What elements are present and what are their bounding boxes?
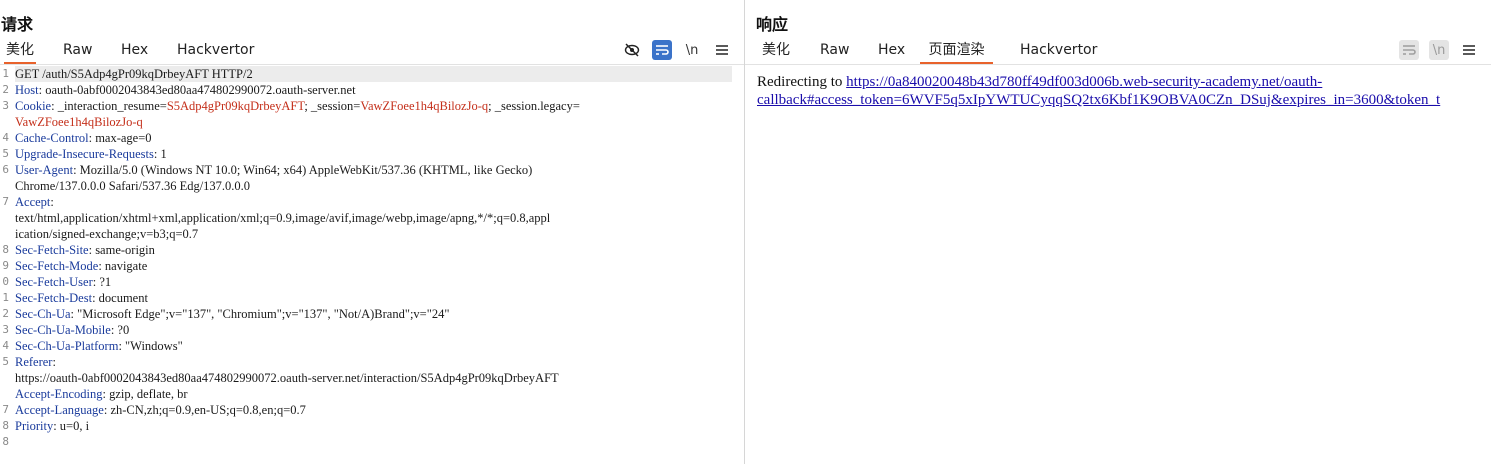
- tab-raw[interactable]: Raw: [820, 38, 849, 62]
- newline-icon[interactable]: \n: [682, 40, 702, 60]
- response-title: 响应: [756, 15, 789, 34]
- menu-icon[interactable]: [712, 40, 732, 60]
- line-number: 1: [2, 291, 9, 304]
- line-number: 9: [2, 259, 9, 272]
- line-number: 4: [2, 339, 9, 352]
- line-number: 1: [2, 67, 9, 80]
- tab-hackvertor[interactable]: Hackvertor: [1020, 38, 1097, 62]
- request-line: Sec-Ch-Ua-Platform: "Windows": [15, 339, 183, 353]
- line-number-gutter: 1 2 3 4 5 6 7 8 9 0 1 2 3 4 5 7 8 8: [0, 66, 10, 464]
- rendered-response: Redirecting to https://0a840020048b43d78…: [757, 73, 1491, 109]
- request-editor[interactable]: 1 2 3 4 5 6 7 8 9 0 1 2 3 4 5 7 8 8 GET …: [0, 66, 744, 464]
- eye-slash-icon[interactable]: [622, 40, 642, 60]
- wrap-icon[interactable]: [1399, 40, 1419, 60]
- line-number: 7: [2, 403, 9, 416]
- request-line: Accept:: [15, 195, 54, 209]
- line-number: 5: [2, 355, 9, 368]
- line-number: 2: [2, 307, 9, 320]
- tab-pretty[interactable]: 美化: [762, 38, 790, 62]
- request-line: Sec-Ch-Ua: "Microsoft Edge";v="137", "Ch…: [15, 307, 450, 321]
- request-code: GET /auth/S5Adp4gPr09kqDrbeyAFT HTTP/2 H…: [15, 66, 732, 450]
- request-line: VawZFoee1h4qBilozJo-q: [15, 115, 143, 129]
- line-number: 7: [2, 195, 9, 208]
- request-line: https://oauth-0abf0002043843ed80aa474802…: [15, 371, 559, 385]
- response-pane: 响应 美化 Raw Hex 页面渲染 Hackvertor \n Redirec…: [745, 0, 1491, 464]
- request-title: 请求: [1, 15, 34, 34]
- newline-icon[interactable]: \n: [1429, 40, 1449, 60]
- line-number: 2: [2, 83, 9, 96]
- request-line: GET /auth/S5Adp4gPr09kqDrbeyAFT HTTP/2: [15, 66, 732, 82]
- request-line: Chrome/137.0.0.0 Safari/537.36 Edg/137.0…: [15, 179, 251, 193]
- line-number: 3: [2, 323, 9, 336]
- request-pane: 请求 美化 Raw Hex Hackvertor \n 1 2 3 4 5 6: [0, 0, 744, 464]
- request-line: text/html,application/xhtml+xml,applicat…: [15, 211, 551, 225]
- response-tool-icons: \n: [1399, 38, 1479, 62]
- line-number: 5: [2, 147, 9, 160]
- line-number: 8: [2, 435, 9, 448]
- tab-raw[interactable]: Raw: [63, 38, 92, 62]
- request-line: Sec-Fetch-Site: same-origin: [15, 243, 155, 257]
- request-line: Accept-Encoding: gzip, deflate, br: [15, 387, 188, 401]
- line-number: 8: [2, 243, 9, 256]
- request-line: Host: oauth-0abf0002043843ed80aa47480299…: [15, 83, 356, 97]
- request-line: User-Agent: Mozilla/5.0 (Windows NT 10.0…: [15, 163, 533, 177]
- request-line: Cookie: _interaction_resume=S5Adp4gPr09k…: [15, 99, 580, 113]
- request-line: Sec-Ch-Ua-Mobile: ?0: [15, 323, 130, 337]
- request-line: Upgrade-Insecure-Requests: 1: [15, 147, 167, 161]
- tab-hex[interactable]: Hex: [121, 38, 148, 62]
- menu-icon[interactable]: [1459, 40, 1479, 60]
- line-number: 8: [2, 419, 9, 432]
- request-line: ication/signed-exchange;v=b3;q=0.7: [15, 227, 199, 241]
- redirect-text: Redirecting to: [757, 74, 847, 90]
- request-line: [15, 434, 732, 450]
- tab-hex[interactable]: Hex: [878, 38, 905, 62]
- request-tool-icons: \n: [622, 38, 732, 62]
- request-line: Sec-Fetch-Mode: navigate: [15, 259, 148, 273]
- request-line: Referer:: [15, 355, 56, 369]
- tab-render[interactable]: 页面渲染: [920, 38, 993, 64]
- line-number: 4: [2, 131, 9, 144]
- wrap-icon[interactable]: [652, 40, 672, 60]
- tab-pretty[interactable]: 美化: [4, 38, 36, 64]
- request-line: Sec-Fetch-Dest: document: [15, 291, 148, 305]
- response-tabbar: 美化 Raw Hex 页面渲染 Hackvertor \n: [745, 38, 1491, 65]
- line-number: 0: [2, 275, 9, 288]
- request-line: Cache-Control: max-age=0: [15, 131, 152, 145]
- redirect-link-continued[interactable]: callback#access_token=6WVF5q5xIpYWTUCyqq…: [757, 92, 1440, 108]
- line-number: 3: [2, 99, 9, 112]
- request-line: Sec-Fetch-User: ?1: [15, 275, 112, 289]
- request-line: Priority: u=0, i: [15, 419, 90, 433]
- request-tabbar: 美化 Raw Hex Hackvertor \n: [0, 38, 744, 65]
- request-line: Accept-Language: zh-CN,zh;q=0.9,en-US;q=…: [15, 403, 306, 417]
- tab-hackvertor[interactable]: Hackvertor: [177, 38, 254, 62]
- line-number: 6: [2, 163, 9, 176]
- redirect-link[interactable]: https://0a840020048b43d780ff49df003d006b…: [846, 74, 1322, 90]
